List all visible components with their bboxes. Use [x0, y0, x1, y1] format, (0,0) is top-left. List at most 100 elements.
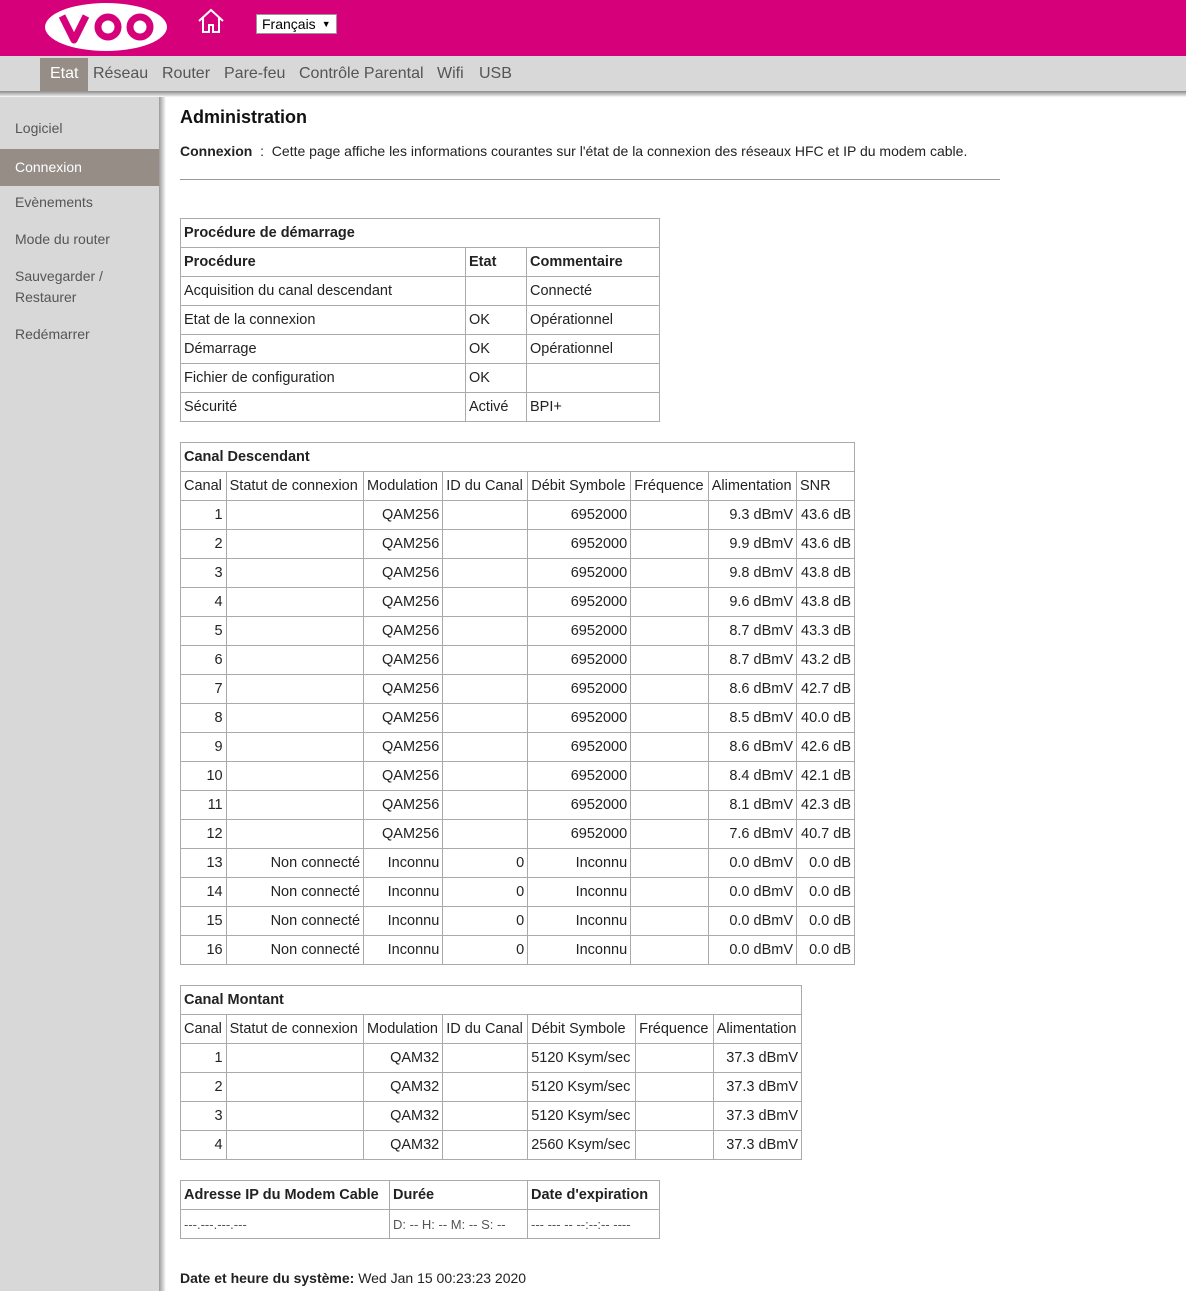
- table-cell: 7.6 dBmV: [707, 819, 798, 849]
- table-cell: QAM32: [363, 1043, 444, 1073]
- table-cell: [630, 674, 709, 704]
- table-cell: 42.1 dB: [796, 761, 855, 791]
- table-cell: 9.8 dBmV: [707, 558, 798, 588]
- column-header: Débit Symbole: [527, 471, 632, 501]
- table-cell: QAM256: [363, 703, 444, 733]
- table-cell: Inconnu: [527, 906, 632, 936]
- table-cell: 6952000: [527, 616, 632, 646]
- column-header: Débit Symbole: [527, 1014, 637, 1044]
- table-cell: Inconnu: [527, 848, 632, 878]
- table-cell: QAM256: [363, 674, 444, 704]
- table-cell: 6952000: [527, 500, 632, 530]
- table-row: 4 QAM32 2560 Ksym/sec 37.3 dBmV: [180, 1130, 803, 1160]
- table-cell: 8.6 dBmV: [707, 674, 798, 704]
- table-cell: QAM256: [363, 790, 444, 820]
- table-cell: 1: [180, 500, 227, 530]
- table-cell: [635, 1130, 714, 1160]
- table-cell: QAM32: [363, 1101, 444, 1131]
- table-cell: 3: [180, 558, 227, 588]
- column-header: Date d'expiration: [527, 1180, 660, 1210]
- tab-wifi[interactable]: Wifi: [437, 58, 464, 91]
- table-cell: 43.2 dB: [796, 645, 855, 675]
- sidebar-shadow: [159, 97, 166, 1291]
- startup-table: Procédure de démarrage Procédure Etat Co…: [180, 218, 660, 422]
- table-row: 16 Non connecté Inconnu 0 Inconnu 0.0 dBmV 0.0…: [180, 935, 855, 965]
- column-header: Etat: [465, 247, 527, 277]
- table-cell: [225, 819, 365, 849]
- home-icon[interactable]: [196, 7, 226, 35]
- tab-etat[interactable]: Etat: [40, 58, 89, 91]
- column-header: Canal: [180, 1014, 227, 1044]
- table-cell: [630, 819, 709, 849]
- table-caption: Canal Montant: [180, 985, 802, 1015]
- sidebar-item-connexion[interactable]: Connexion: [0, 149, 159, 186]
- table-cell: Inconnu: [363, 935, 444, 965]
- table-cell: 0: [442, 906, 529, 936]
- table-cell: [442, 500, 529, 530]
- table-row: 10 QAM256 6952000 8.4 dBmV 42.1 dB: [180, 761, 855, 791]
- table-cell: [630, 761, 709, 791]
- table-cell: 0.0 dBmV: [707, 848, 798, 878]
- table-cell: 6952000: [527, 761, 632, 791]
- table-cell: [442, 1072, 529, 1102]
- sidebar-item-label: Restaurer: [15, 289, 77, 305]
- table-cell: 8.1 dBmV: [707, 790, 798, 820]
- table-cell: QAM32: [363, 1130, 444, 1160]
- table-cell: 43.3 dB: [796, 616, 855, 646]
- table-cell: [225, 761, 365, 791]
- table-cell: [225, 1101, 365, 1131]
- table-cell: [225, 1072, 365, 1102]
- table-cell: [225, 616, 365, 646]
- tab-router[interactable]: Router: [162, 58, 210, 91]
- table-cell: [442, 732, 529, 762]
- table-cell: 43.6 dB: [796, 529, 855, 559]
- column-header: Statut de connexion: [225, 1014, 365, 1044]
- sidebar-item-label: Evènements: [15, 194, 93, 210]
- table-cell: 7: [180, 674, 227, 704]
- language-select[interactable]: Français ▼: [256, 14, 337, 34]
- table-cell: [442, 1130, 529, 1160]
- tab-controle-parental[interactable]: Contrôle Parental: [299, 58, 424, 91]
- table-cell: OK: [465, 305, 527, 335]
- table-cell: [442, 587, 529, 617]
- table-cell: OK: [465, 363, 527, 393]
- sidebar-item-label: Connexion: [15, 159, 82, 175]
- voo-logo[interactable]: [44, 2, 168, 52]
- sidebar-item-redemarrer[interactable]: Redémarrer: [0, 324, 159, 345]
- table-cell: [635, 1101, 714, 1131]
- table-cell: 43.8 dB: [796, 558, 855, 588]
- tab-usb[interactable]: USB: [479, 58, 512, 91]
- tab-reseau[interactable]: Réseau: [93, 58, 148, 91]
- table-cell: 40.0 dB: [796, 703, 855, 733]
- table-row: 5 QAM256 6952000 8.7 dBmV 43.3 dB: [180, 616, 855, 646]
- divider: [180, 179, 1000, 180]
- description-label: Connexion: [180, 143, 253, 159]
- table-cell: Non connecté: [225, 906, 365, 936]
- column-header: Durée: [389, 1180, 528, 1210]
- sidebar-item-logiciel[interactable]: Logiciel: [0, 118, 159, 139]
- sidebar-item-evenements[interactable]: Evènements: [0, 192, 159, 213]
- table-cell: 0: [442, 877, 529, 907]
- table-cell: [630, 790, 709, 820]
- table-row: 3 QAM256 6952000 9.8 dBmV 43.8 dB: [180, 558, 855, 588]
- table-row: 11 QAM256 6952000 8.1 dBmV 42.3 dB: [180, 790, 855, 820]
- table-row: 6 QAM256 6952000 8.7 dBmV 43.2 dB: [180, 645, 855, 675]
- sidebar-item-sauvegarder[interactable]: Sauvegarder / Restaurer: [0, 266, 159, 308]
- table-cell: 6: [180, 645, 227, 675]
- tab-pare-feu[interactable]: Pare-feu: [224, 58, 285, 91]
- table-cell: QAM256: [363, 761, 444, 791]
- sidebar-item-label: Redémarrer: [15, 326, 90, 342]
- column-header: ID du Canal: [442, 1014, 529, 1044]
- column-header: Fréquence: [630, 471, 709, 501]
- ip-address: ---.---.---.---: [180, 1209, 390, 1239]
- table-cell: 6952000: [527, 703, 632, 733]
- table-cell: 6952000: [527, 674, 632, 704]
- table-cell: [630, 877, 709, 907]
- table-cell: [630, 935, 709, 965]
- table-cell: QAM256: [363, 616, 444, 646]
- sidebar-item-mode-router[interactable]: Mode du router: [0, 229, 159, 250]
- table-cell: 10: [180, 761, 227, 791]
- table-cell: Opérationnel: [526, 305, 660, 335]
- table-cell: [442, 819, 529, 849]
- datetime-label: Date et heure du système:: [180, 1270, 355, 1286]
